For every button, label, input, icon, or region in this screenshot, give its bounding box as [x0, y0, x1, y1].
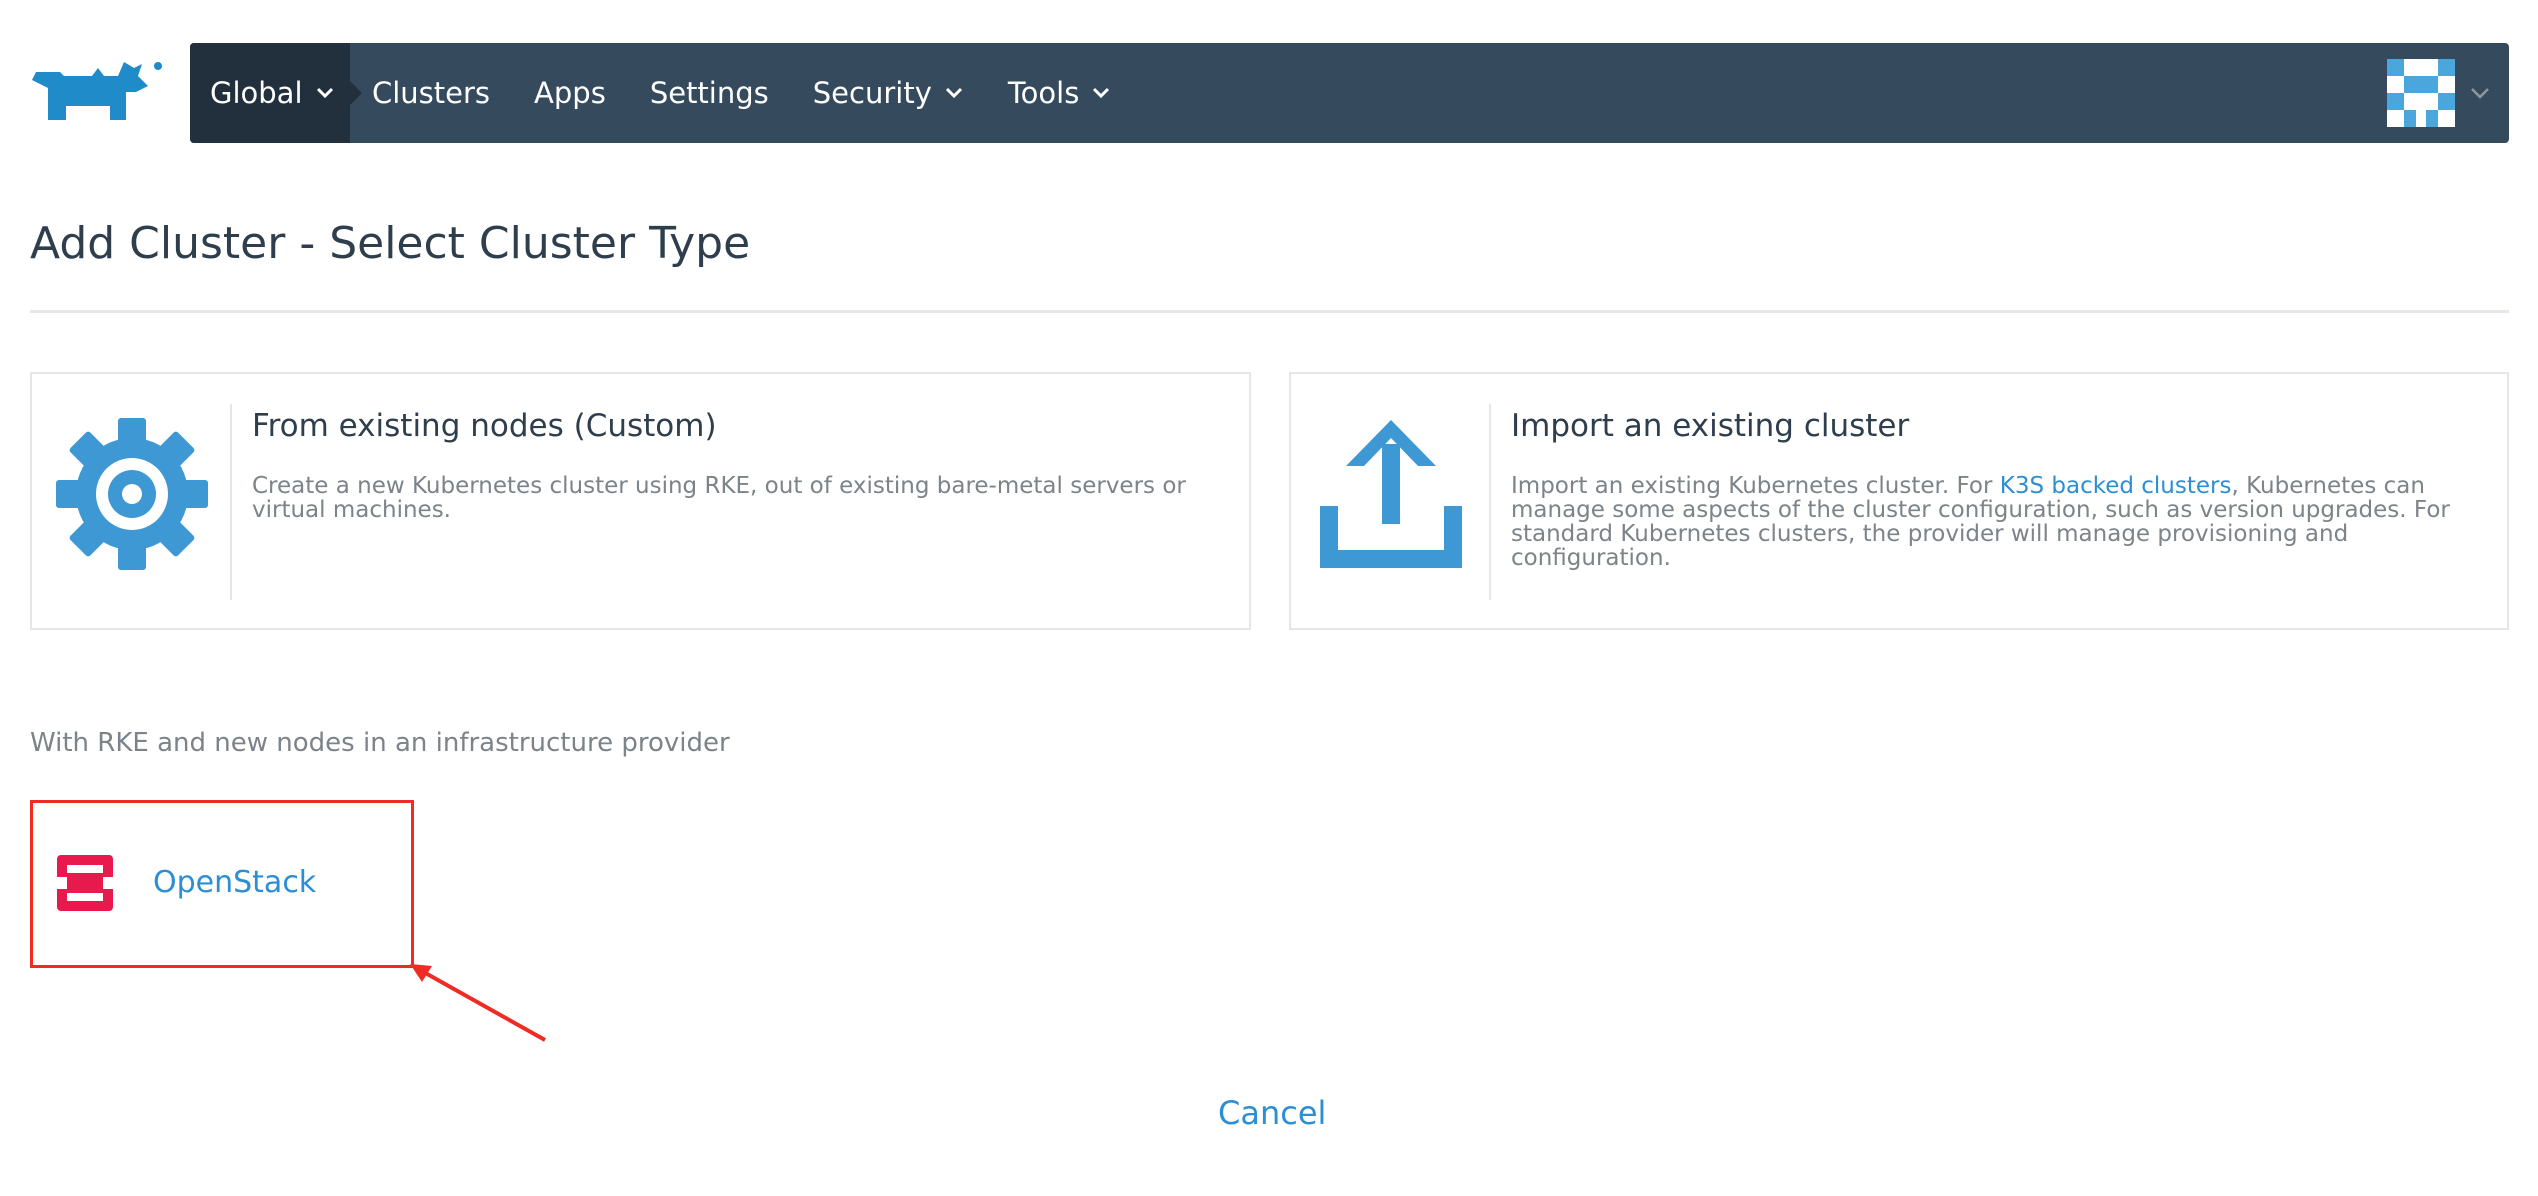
nav-global[interactable]: Global: [190, 43, 362, 143]
card-custom-title: From existing nodes (Custom): [252, 408, 717, 444]
chevron-down-icon: [1093, 87, 1110, 99]
header-divider: [30, 310, 2509, 313]
avatar: [2387, 59, 2455, 127]
rancher-logo[interactable]: [30, 58, 166, 128]
nav-security-label: Security: [812, 76, 932, 110]
nav-settings[interactable]: Settings: [650, 43, 769, 143]
gear-icon: [56, 418, 208, 570]
chevron-down-icon: [945, 87, 962, 99]
card-import-title: Import an existing cluster: [1511, 408, 1910, 444]
provider-openstack[interactable]: OpenStack: [30, 800, 414, 968]
k3s-clusters-link[interactable]: K3S backed clusters: [2000, 473, 2232, 499]
nav-tools[interactable]: Tools: [1008, 43, 1111, 143]
page-title: Add Cluster - Select Cluster Type: [30, 218, 751, 269]
card-custom-icon-wrap: [52, 414, 212, 574]
top-navbar: Global Clusters Apps Settings Security T…: [190, 43, 2509, 143]
card-import-description-start: Import an existing Kubernetes cluster. F…: [1511, 473, 2000, 499]
cluster-type-import-card[interactable]: Import an existing cluster Import an exi…: [1289, 372, 2509, 630]
openstack-icon: [57, 855, 113, 911]
chevron-down-icon: [316, 87, 333, 99]
nav-tools-label: Tools: [1007, 76, 1080, 110]
nav-security[interactable]: Security: [813, 43, 964, 143]
page: Global Clusters Apps Settings Security T…: [0, 0, 2538, 1196]
provider-openstack-label: OpenStack: [153, 865, 317, 900]
nav-clusters[interactable]: Clusters: [372, 43, 490, 143]
providers-section-label: With RKE and new nodes in an infrastruct…: [30, 728, 730, 758]
cancel-button[interactable]: Cancel: [1218, 1094, 1326, 1132]
upload-icon: [1320, 420, 1462, 568]
chevron-down-icon: [2471, 88, 2489, 99]
annotation-arrow: [410, 964, 546, 1042]
nav-global-label: Global: [210, 76, 303, 110]
nav-apps[interactable]: Apps: [534, 43, 606, 143]
card-import-icon-wrap: [1311, 414, 1471, 574]
user-menu[interactable]: [2387, 59, 2491, 127]
card-separator: [1489, 404, 1491, 600]
card-custom-description: Create a new Kubernetes cluster using RK…: [252, 473, 1186, 523]
card-separator: [230, 404, 232, 600]
card-import-description: Import an existing Kubernetes cluster. F…: [1511, 474, 2486, 570]
cluster-type-custom-card[interactable]: From existing nodes (Custom) Create a ne…: [30, 372, 1251, 630]
